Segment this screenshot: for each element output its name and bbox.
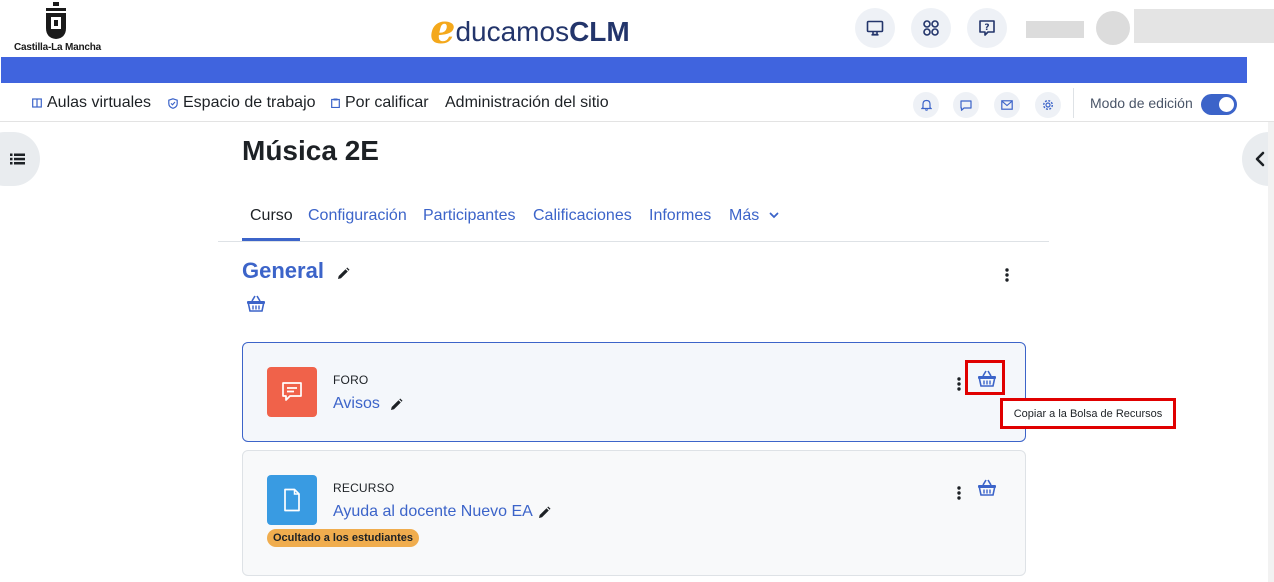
brand-clm: CLM [569, 16, 630, 47]
help-button[interactable]: ? [967, 8, 1007, 48]
tab-mas[interactable]: Más [729, 190, 779, 241]
section-actions-menu[interactable] [998, 266, 1016, 284]
avatar[interactable] [1096, 11, 1130, 45]
activity-link[interactable]: Avisos [333, 395, 380, 413]
activity-actions-menu[interactable] [951, 484, 967, 502]
status-badge: Ocultado a los estudiantes [267, 529, 419, 547]
messages-button[interactable] [953, 92, 979, 118]
activity-type: RECURSO [333, 481, 395, 495]
nav-aulas-label: Aulas virtuales [47, 94, 152, 111]
copy-to-basket-button[interactable] [976, 477, 998, 497]
monitor-icon [866, 20, 884, 36]
tooltip: Copiar a la Bolsa de Recursos [1000, 398, 1176, 429]
notifications-button[interactable] [913, 92, 939, 118]
nav-calificar-label: Por calificar [345, 94, 429, 111]
forum-icon [267, 367, 317, 417]
nav-espacio-trabajo[interactable]: Espacio de trabajo [168, 84, 316, 122]
tab-mas-label: Más [729, 206, 760, 224]
tab-participantes[interactable]: Participantes [423, 190, 516, 241]
clipboard-icon [331, 98, 340, 108]
chevron-left-icon [1255, 151, 1265, 167]
nav-por-calificar[interactable]: Por calificar [331, 84, 429, 122]
course-tabs: Curso Configuración Participantes Califi… [218, 190, 1049, 242]
chevron-down-icon [769, 212, 779, 219]
logo-text: Castilla-La Mancha [14, 42, 101, 53]
nav-divider [1073, 88, 1074, 118]
svg-text:?: ? [984, 23, 989, 33]
edit-section-button[interactable] [334, 265, 352, 283]
course-index-drawer-button[interactable] [0, 132, 40, 186]
edit-mode-toggle[interactable] [1201, 94, 1237, 115]
page-title: Música 2E [242, 135, 379, 166]
brand-color-bar [1, 57, 1247, 83]
bell-icon [920, 99, 932, 111]
book-icon [32, 98, 42, 108]
nav-aulas-virtuales[interactable]: Aulas virtuales [32, 84, 151, 122]
chat-icon [960, 99, 972, 111]
pencil-icon [338, 267, 350, 279]
nav-administracion[interactable]: Administración del sitio [445, 84, 609, 122]
educamos-logo[interactable]: e ducamos CLM [430, 6, 630, 53]
edit-activity-name-button[interactable] [535, 504, 553, 522]
tab-curso[interactable]: Curso [250, 190, 293, 241]
help-icon: ? [979, 20, 995, 36]
nav-admin-label: Administración del sitio [445, 94, 609, 111]
user-info-blurred [1134, 9, 1274, 43]
top-header: Castilla-La Mancha e ducamos CLM ? [0, 0, 1274, 57]
user-name-blurred [1026, 21, 1084, 38]
section-basket-button[interactable] [245, 293, 267, 313]
apps-button[interactable] [911, 8, 951, 48]
kebab-menu-icon [957, 486, 961, 500]
file-icon [267, 475, 317, 525]
primary-navigation: Aulas virtuales Espacio de trabajo Por c… [0, 84, 1274, 122]
tab-informes[interactable]: Informes [649, 190, 711, 241]
section-title[interactable]: General [242, 258, 324, 284]
tab-calificaciones[interactable]: Calificaciones [533, 190, 632, 241]
activity-card-resource: RECURSO Ayuda al docente Nuevo EA Oculta… [242, 450, 1026, 576]
scrollbar[interactable] [1268, 122, 1274, 582]
settings-button[interactable] [1035, 92, 1061, 118]
shield-icon [168, 97, 178, 109]
pencil-icon [539, 506, 551, 518]
gear-icon [1042, 99, 1054, 111]
edit-activity-name-button[interactable] [387, 396, 405, 414]
edit-mode-label: Modo de edición [1090, 95, 1193, 111]
tab-configuracion[interactable]: Configuración [308, 190, 407, 241]
tooltip-text: Copiar a la Bolsa de Recursos [1013, 407, 1163, 420]
activity-link[interactable]: Ayuda al docente Nuevo EA [333, 503, 533, 521]
kebab-menu-icon [1005, 268, 1009, 282]
kebab-menu-icon [957, 377, 961, 391]
jccm-logo[interactable]: Castilla-La Mancha [14, 2, 101, 54]
mail-icon [1001, 100, 1013, 110]
activity-card-forum: FORO Avisos [242, 342, 1026, 442]
list-icon [10, 153, 25, 165]
nav-espacio-label: Espacio de trabajo [183, 94, 316, 111]
activity-type: FORO [333, 373, 369, 387]
mail-button[interactable] [994, 92, 1020, 118]
apps-grid-icon [923, 20, 939, 36]
monitor-button[interactable] [855, 8, 895, 48]
brand-e: e [430, 6, 456, 53]
basket-icon [978, 479, 996, 496]
basket-icon [247, 295, 265, 312]
active-tab-indicator [242, 238, 300, 241]
pencil-icon [391, 398, 403, 410]
basket-highlight-box [965, 360, 1005, 395]
coat-of-arms-icon [46, 2, 66, 39]
brand-ducamos: ducamos [455, 16, 570, 47]
